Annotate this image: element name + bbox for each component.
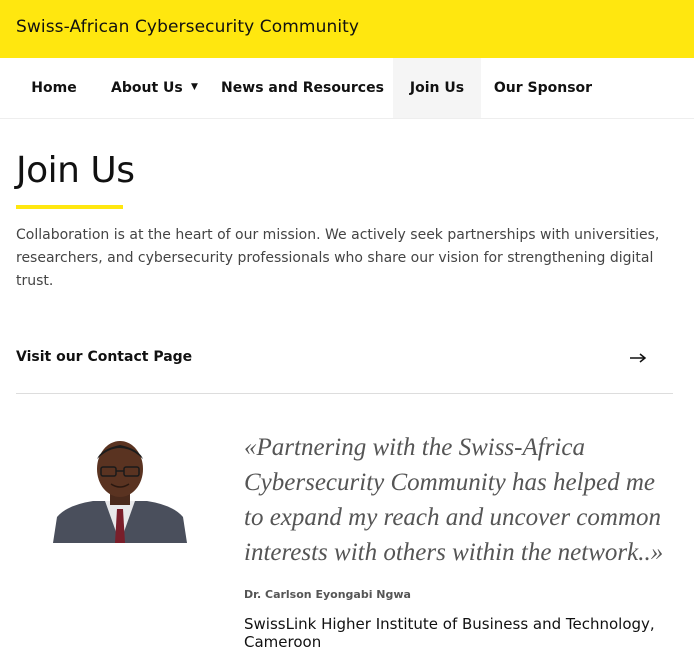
arrow-right-icon	[630, 353, 647, 363]
title-underline	[16, 205, 123, 209]
main-nav: Home About Us ▼ News and Resources Join …	[0, 58, 694, 119]
testimonial-organization: SwissLink Higher Institute of Business a…	[244, 615, 655, 651]
intro-text: Collaboration is at the heart of our mis…	[16, 227, 660, 289]
page-title: Join Us	[16, 150, 135, 191]
nav-item-join-us[interactable]: Join Us	[393, 58, 481, 118]
nav-item-label: News and Resources	[221, 80, 384, 96]
site-title[interactable]: Swiss-African Cybersecurity Community	[16, 17, 359, 37]
nav-item-label: About Us	[111, 80, 183, 96]
nav-item-label: Our Sponsor	[493, 80, 593, 96]
nav-item-news-and-resources[interactable]: News and Resources	[214, 58, 391, 118]
nav-item-home[interactable]: Home	[16, 58, 92, 118]
testimonial-avatar	[53, 437, 187, 543]
nav-item-about-us[interactable]: About Us ▼	[92, 58, 214, 118]
chevron-down-icon[interactable]: ▼	[191, 82, 198, 92]
nav-item-our-sponsor[interactable]: Our Sponsor	[481, 58, 605, 118]
nav-item-label: Home	[31, 80, 77, 96]
person-photo-icon	[53, 437, 187, 543]
testimonial-quote: «Partnering with the Swiss-Africa Cybers…	[244, 434, 664, 566]
contact-page-link[interactable]: Visit our Contact Page	[16, 330, 673, 394]
nav-item-label: Join Us	[409, 80, 465, 96]
contact-link-label: Visit our Contact Page	[16, 349, 193, 365]
site-header: Swiss-African Cybersecurity Community	[0, 0, 694, 58]
testimonial-author: Dr. Carlson Eyongabi Ngwa	[244, 588, 411, 601]
